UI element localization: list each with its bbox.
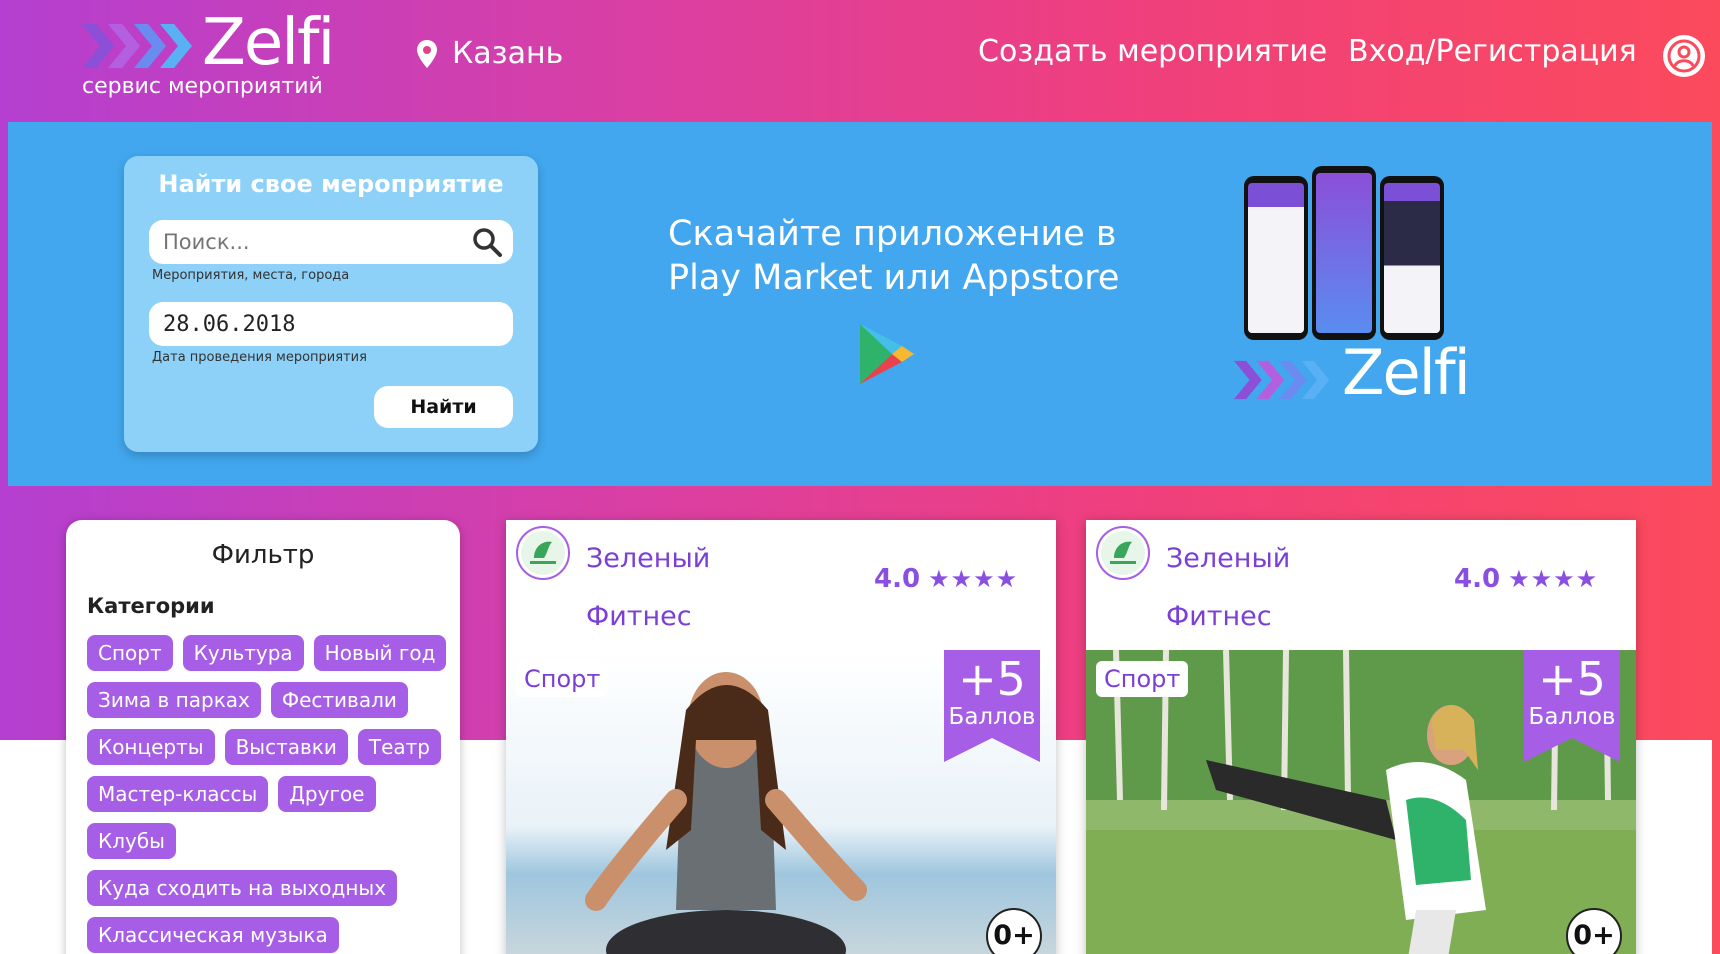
search-icon[interactable] — [471, 226, 503, 258]
event-category-tag: Спорт — [1096, 661, 1189, 697]
create-event-link[interactable]: Создать мероприятие — [978, 34, 1327, 69]
points-value: +5 — [1538, 652, 1606, 706]
rating-stars-icon: ★★★★ — [1508, 565, 1599, 593]
search-field[interactable] — [149, 220, 513, 264]
event-category-tag: Спорт — [516, 661, 609, 697]
category-chip[interactable]: Культура — [182, 635, 304, 671]
points-value: +5 — [958, 652, 1026, 706]
event-name: Зеленый Фитнес — [1166, 530, 1366, 646]
search-panel: Найти свое мероприятие Мероприятия, мест… — [124, 156, 538, 452]
event-rating: 4.0 ★★★★ — [874, 564, 1018, 594]
phone-right — [1380, 176, 1444, 340]
event-name-line2: Фитнес — [586, 601, 692, 632]
category-chip[interactable]: Театр — [357, 729, 441, 765]
event-card[interactable]: Зеленый Фитнес 4.0 ★★★★ Спорт +5 Баллов … — [1086, 520, 1636, 954]
rating-value: 4.0 — [874, 564, 921, 594]
find-button[interactable]: Найти — [374, 386, 513, 428]
event-name-line1: Зеленый — [586, 543, 711, 574]
logo-subtitle: сервис мероприятий — [82, 74, 323, 99]
city-selector[interactable]: Казань — [416, 36, 563, 71]
app-brand-logo: Zelfi — [1234, 336, 1471, 412]
organizer-logo — [516, 526, 570, 580]
category-chip[interactable]: Клубы — [87, 823, 176, 859]
rating-value: 4.0 — [1454, 564, 1501, 594]
category-chip[interactable]: Другое — [278, 776, 376, 812]
location-pin-icon — [417, 39, 437, 68]
app-phones-illustration — [1234, 166, 1464, 340]
points-label: Баллов — [1528, 704, 1616, 730]
date-input[interactable] — [163, 311, 463, 337]
categories-title: Категории — [87, 594, 215, 618]
category-chip[interactable]: Мастер-классы — [87, 776, 269, 812]
phone-center — [1312, 166, 1376, 340]
user-avatar-icon[interactable] — [1662, 34, 1706, 78]
search-hint: Мероприятия, места, города — [152, 268, 350, 283]
category-chip[interactable]: Выставки — [224, 729, 348, 765]
logo[interactable]: Zelfi сервис мероприятий — [82, 6, 342, 100]
app-download-text: Скачайте приложение в Play Market или Ap… — [668, 212, 1119, 300]
phone-left — [1244, 176, 1308, 340]
city-name: Казань — [452, 36, 564, 71]
points-label: Баллов — [948, 704, 1036, 730]
app-download-line1: Скачайте приложение в — [668, 214, 1117, 254]
rating-stars-icon: ★★★★ — [928, 565, 1019, 593]
site-header: Zelfi сервис мероприятий Казань Создать … — [0, 0, 1720, 122]
page-gradient-edge — [1712, 0, 1720, 954]
category-chip[interactable]: Куда сходить на выходных — [87, 870, 398, 906]
brand-chevrons-icon — [1234, 360, 1330, 400]
category-chip[interactable]: Концерты — [87, 729, 215, 765]
filter-panel: Фильтр Категории Спорт Культура Новый го… — [66, 520, 460, 954]
hero-banner: Найти свое мероприятие Мероприятия, мест… — [8, 122, 1712, 486]
logo-chevrons-icon — [82, 24, 192, 68]
search-title: Найти свое мероприятие — [158, 170, 504, 198]
login-link[interactable]: Вход/Регистрация — [1348, 34, 1637, 69]
category-chip[interactable]: Спорт — [87, 635, 173, 671]
event-rating: 4.0 ★★★★ — [1454, 564, 1598, 594]
organizer-logo — [1096, 526, 1150, 580]
organizer-logo-icon — [521, 531, 565, 575]
organizer-logo-icon — [1101, 531, 1145, 575]
search-input[interactable] — [163, 230, 463, 254]
category-chip[interactable]: Фестивали — [270, 682, 408, 718]
app-download-line2: Play Market или Appstore — [668, 258, 1120, 298]
category-chips: Спорт Культура Новый год Зима в парках Ф… — [87, 635, 447, 954]
date-hint: Дата проведения мероприятия — [152, 350, 367, 365]
category-chip[interactable]: Новый год — [313, 635, 447, 671]
event-card[interactable]: Зеленый Фитнес 4.0 ★★★★ Спорт +5 Баллов … — [506, 520, 1056, 954]
date-field[interactable] — [149, 302, 513, 346]
google-play-icon[interactable] — [856, 322, 916, 386]
filter-title: Фильтр — [211, 540, 315, 570]
event-name-line1: Зеленый — [1166, 543, 1291, 574]
category-chip[interactable]: Зима в парках — [87, 682, 261, 718]
event-name-line2: Фитнес — [1166, 601, 1272, 632]
app-brand-text: Zelfi — [1342, 336, 1471, 409]
category-chip[interactable]: Классическая музыка — [87, 917, 339, 953]
logo-text: Zelfi — [202, 6, 335, 80]
event-name: Зеленый Фитнес — [586, 530, 786, 646]
